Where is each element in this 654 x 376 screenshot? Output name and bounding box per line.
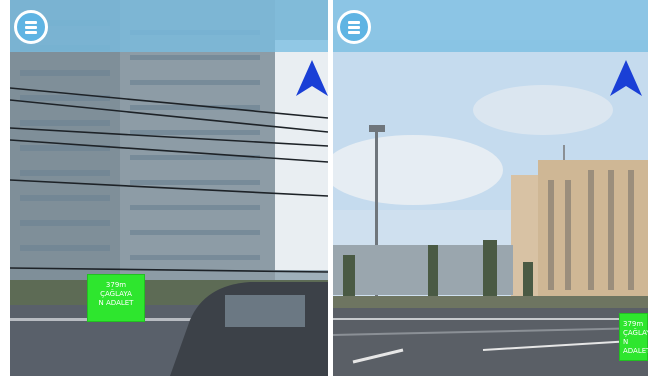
right-camera-view: 379m ÇAĞLAYA N ADALET [333,0,648,376]
north-arrow-icon [296,60,328,96]
top-bar [333,0,648,52]
hamburger-menu-icon[interactable] [14,10,48,44]
poi-marker[interactable]: 379m ÇAĞLAYA N ADALET [619,313,648,361]
camera-feed-image [333,0,648,376]
camera-feed-image [10,0,328,376]
poi-name-line-2: N ADALET [623,338,648,355]
poi-distance: 379m [623,320,644,328]
poi-distance: 379m [105,281,127,289]
poi-name-line-1: ÇAĞLAYA [623,329,648,337]
poi-name-line-2: N ADALET [98,299,134,307]
poi-marker[interactable]: 379m ÇAĞLAYA N ADALET [87,274,145,322]
poi-name-line-1: ÇAĞLAYA [100,290,132,298]
hamburger-menu-icon[interactable] [337,10,371,44]
north-arrow-icon [610,60,642,96]
left-camera-view: 379m ÇAĞLAYA N ADALET [10,0,328,376]
top-bar [10,0,328,52]
